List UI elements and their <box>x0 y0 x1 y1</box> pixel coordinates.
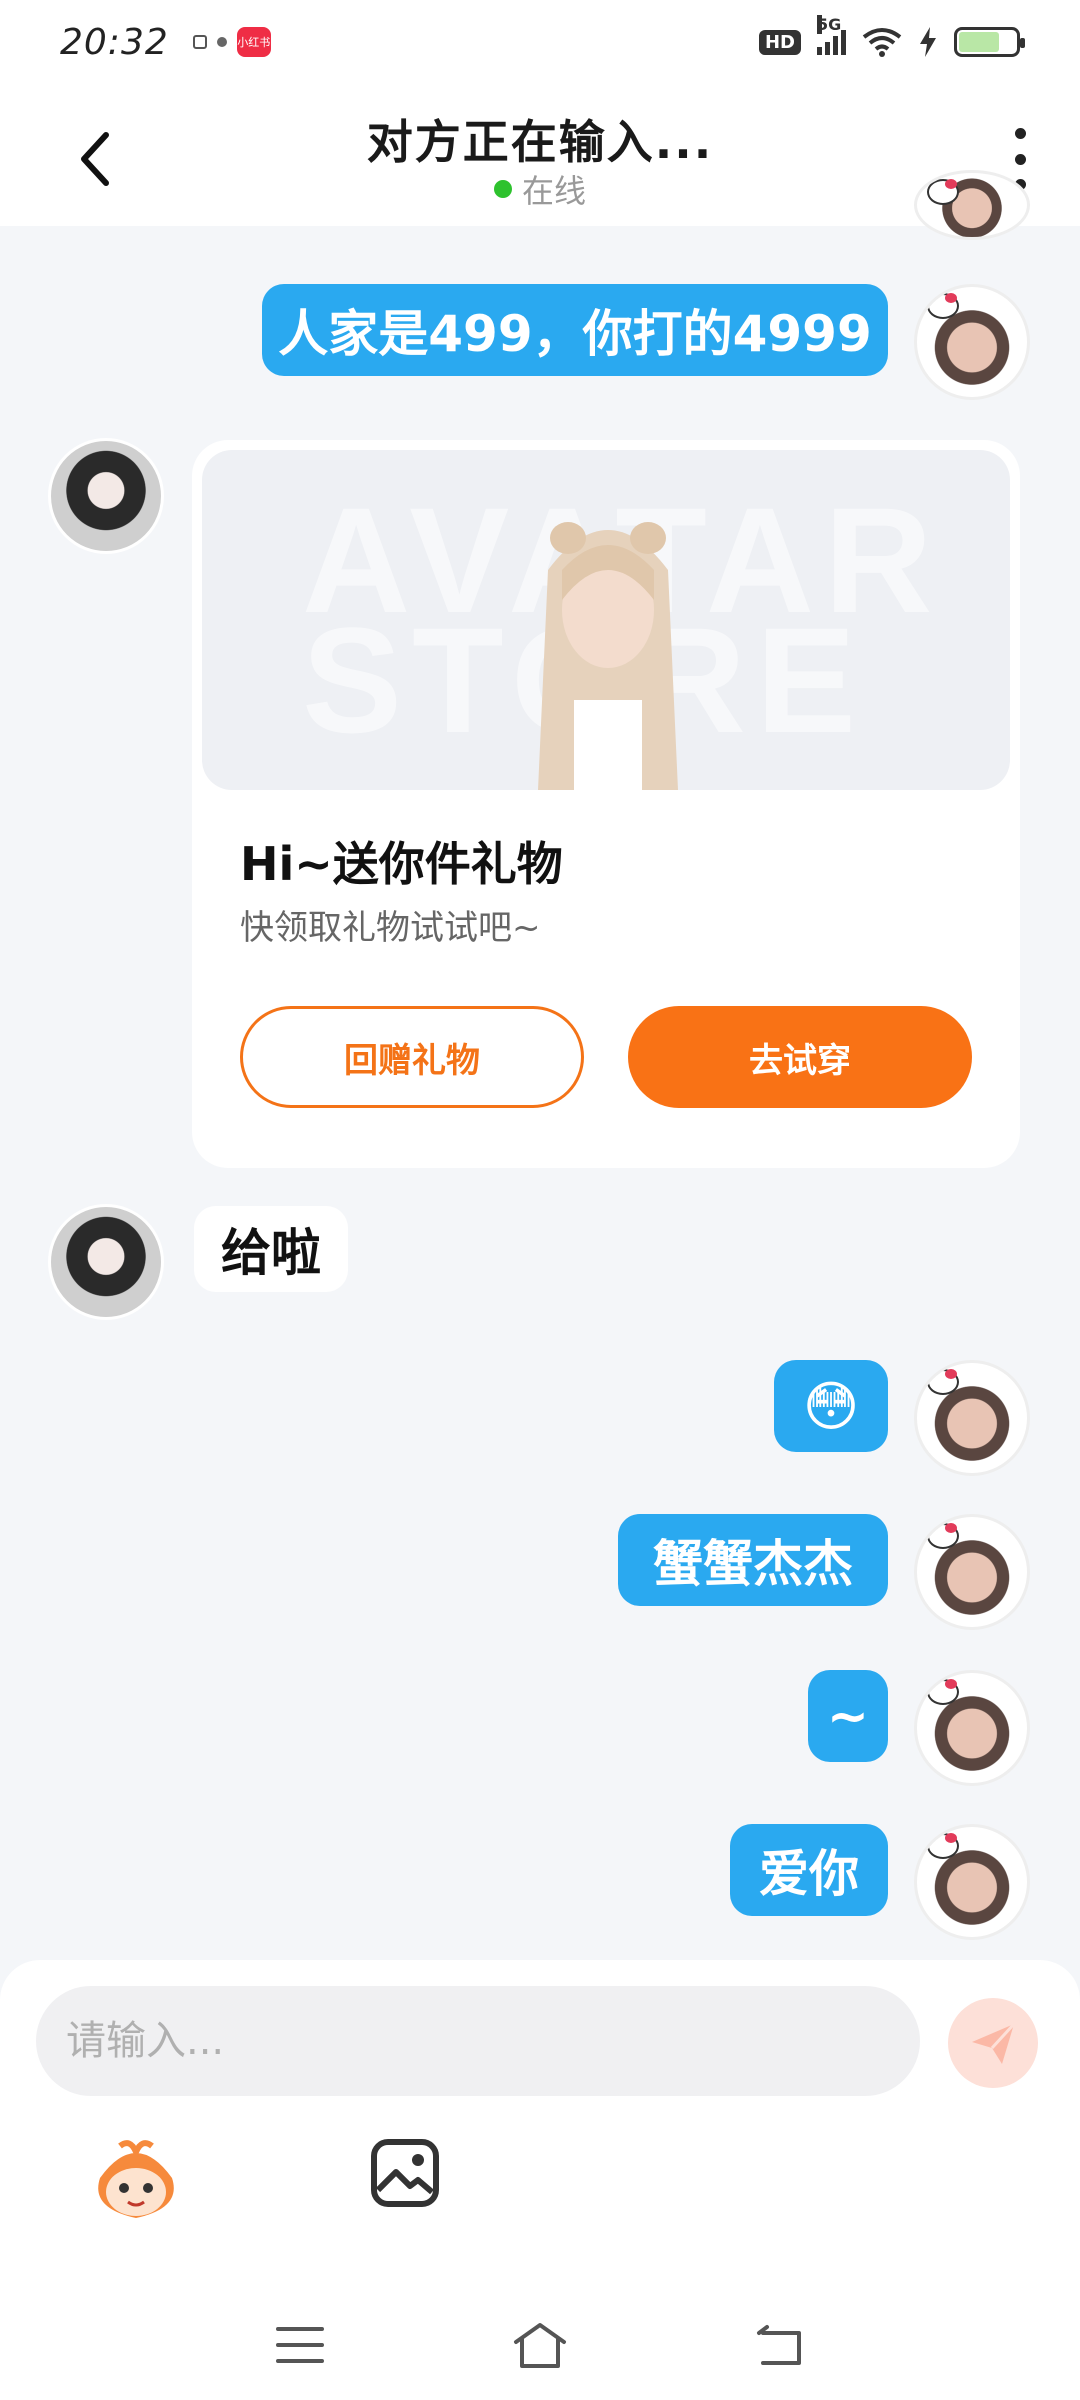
dot-icon <box>216 37 227 47</box>
my-avatar[interactable] <box>914 284 1030 400</box>
my-avatar[interactable] <box>914 1514 1030 1630</box>
image-picker-button[interactable] <box>370 2138 440 2208</box>
my-avatar[interactable] <box>914 1824 1030 1940</box>
my-avatar[interactable] <box>914 170 1030 240</box>
more-dot-icon <box>1014 128 1026 139</box>
sticker-button[interactable] <box>90 2138 182 2222</box>
signal-5g-icon: 5G <box>817 15 846 55</box>
contact-avatar[interactable] <box>48 1204 164 1320</box>
more-dot-icon <box>1014 153 1026 165</box>
network-label: 5G <box>817 15 842 34</box>
wifi-icon <box>862 28 902 57</box>
message-bubble-outgoing[interactable]: 爱你 <box>730 1824 888 1916</box>
sim-icon <box>192 35 207 49</box>
try-on-button[interactable]: 去试穿 <box>628 1006 972 1108</box>
home-icon <box>514 2323 566 2368</box>
status-time: 20:32 <box>60 21 169 63</box>
status-notification-icons: 小红书 <box>192 27 271 57</box>
message-bubble-outgoing[interactable]: 人家是499，你打的4999 <box>262 284 888 376</box>
image-icon <box>371 2139 439 2207</box>
hd-icon: HD <box>758 29 801 55</box>
menu-nav-button[interactable] <box>270 2320 330 2370</box>
my-avatar[interactable] <box>914 1360 1030 1476</box>
online-dot-icon <box>493 180 512 198</box>
page-title: 对方正在输入... <box>366 115 714 169</box>
charging-icon <box>920 27 936 57</box>
message-bubble-outgoing[interactable]: 蟹蟹杰杰 <box>618 1514 888 1606</box>
online-status-label: 在线 <box>521 172 586 210</box>
status-system-icons: HD 5G <box>758 15 1025 57</box>
my-avatar[interactable] <box>914 1670 1030 1786</box>
menu-icon <box>276 2327 324 2363</box>
message-input[interactable] <box>36 1986 920 2096</box>
home-nav-button[interactable] <box>510 2320 570 2370</box>
send-button[interactable] <box>948 1998 1038 2088</box>
back-nav-icon <box>757 2325 801 2365</box>
message-bubble-outgoing[interactable]: ~ <box>808 1670 888 1762</box>
gift-preview-image[interactable]: AVATAR STORE <box>202 450 1010 790</box>
status-bar: 20:32 小红书 HD 5G <box>0 0 1080 84</box>
return-gift-button[interactable]: 回赠礼物 <box>240 1006 584 1108</box>
contact-avatar[interactable] <box>48 438 164 554</box>
battery-icon <box>954 27 1025 57</box>
system-nav-bar <box>0 2290 1080 2400</box>
message-bubble-outgoing[interactable]: 😳 <box>774 1360 888 1452</box>
gift-card[interactable]: AVATAR STORE Hi~送你件礼物 快领取礼物试试吧~ 回赠礼物 去试穿 <box>192 440 1020 1168</box>
avatar-figure-image <box>538 522 678 790</box>
xiaohongshu-app-icon: 小红书 <box>236 27 271 57</box>
gift-title: Hi~送你件礼物 <box>240 837 563 891</box>
mascot-sticker-icon <box>98 2140 174 2218</box>
send-icon <box>972 2022 1016 2064</box>
back-nav-button[interactable] <box>750 2320 810 2370</box>
gift-subtitle: 快领取礼物试试吧~ <box>240 908 541 948</box>
message-bubble-incoming[interactable]: 给啦 <box>194 1206 348 1292</box>
